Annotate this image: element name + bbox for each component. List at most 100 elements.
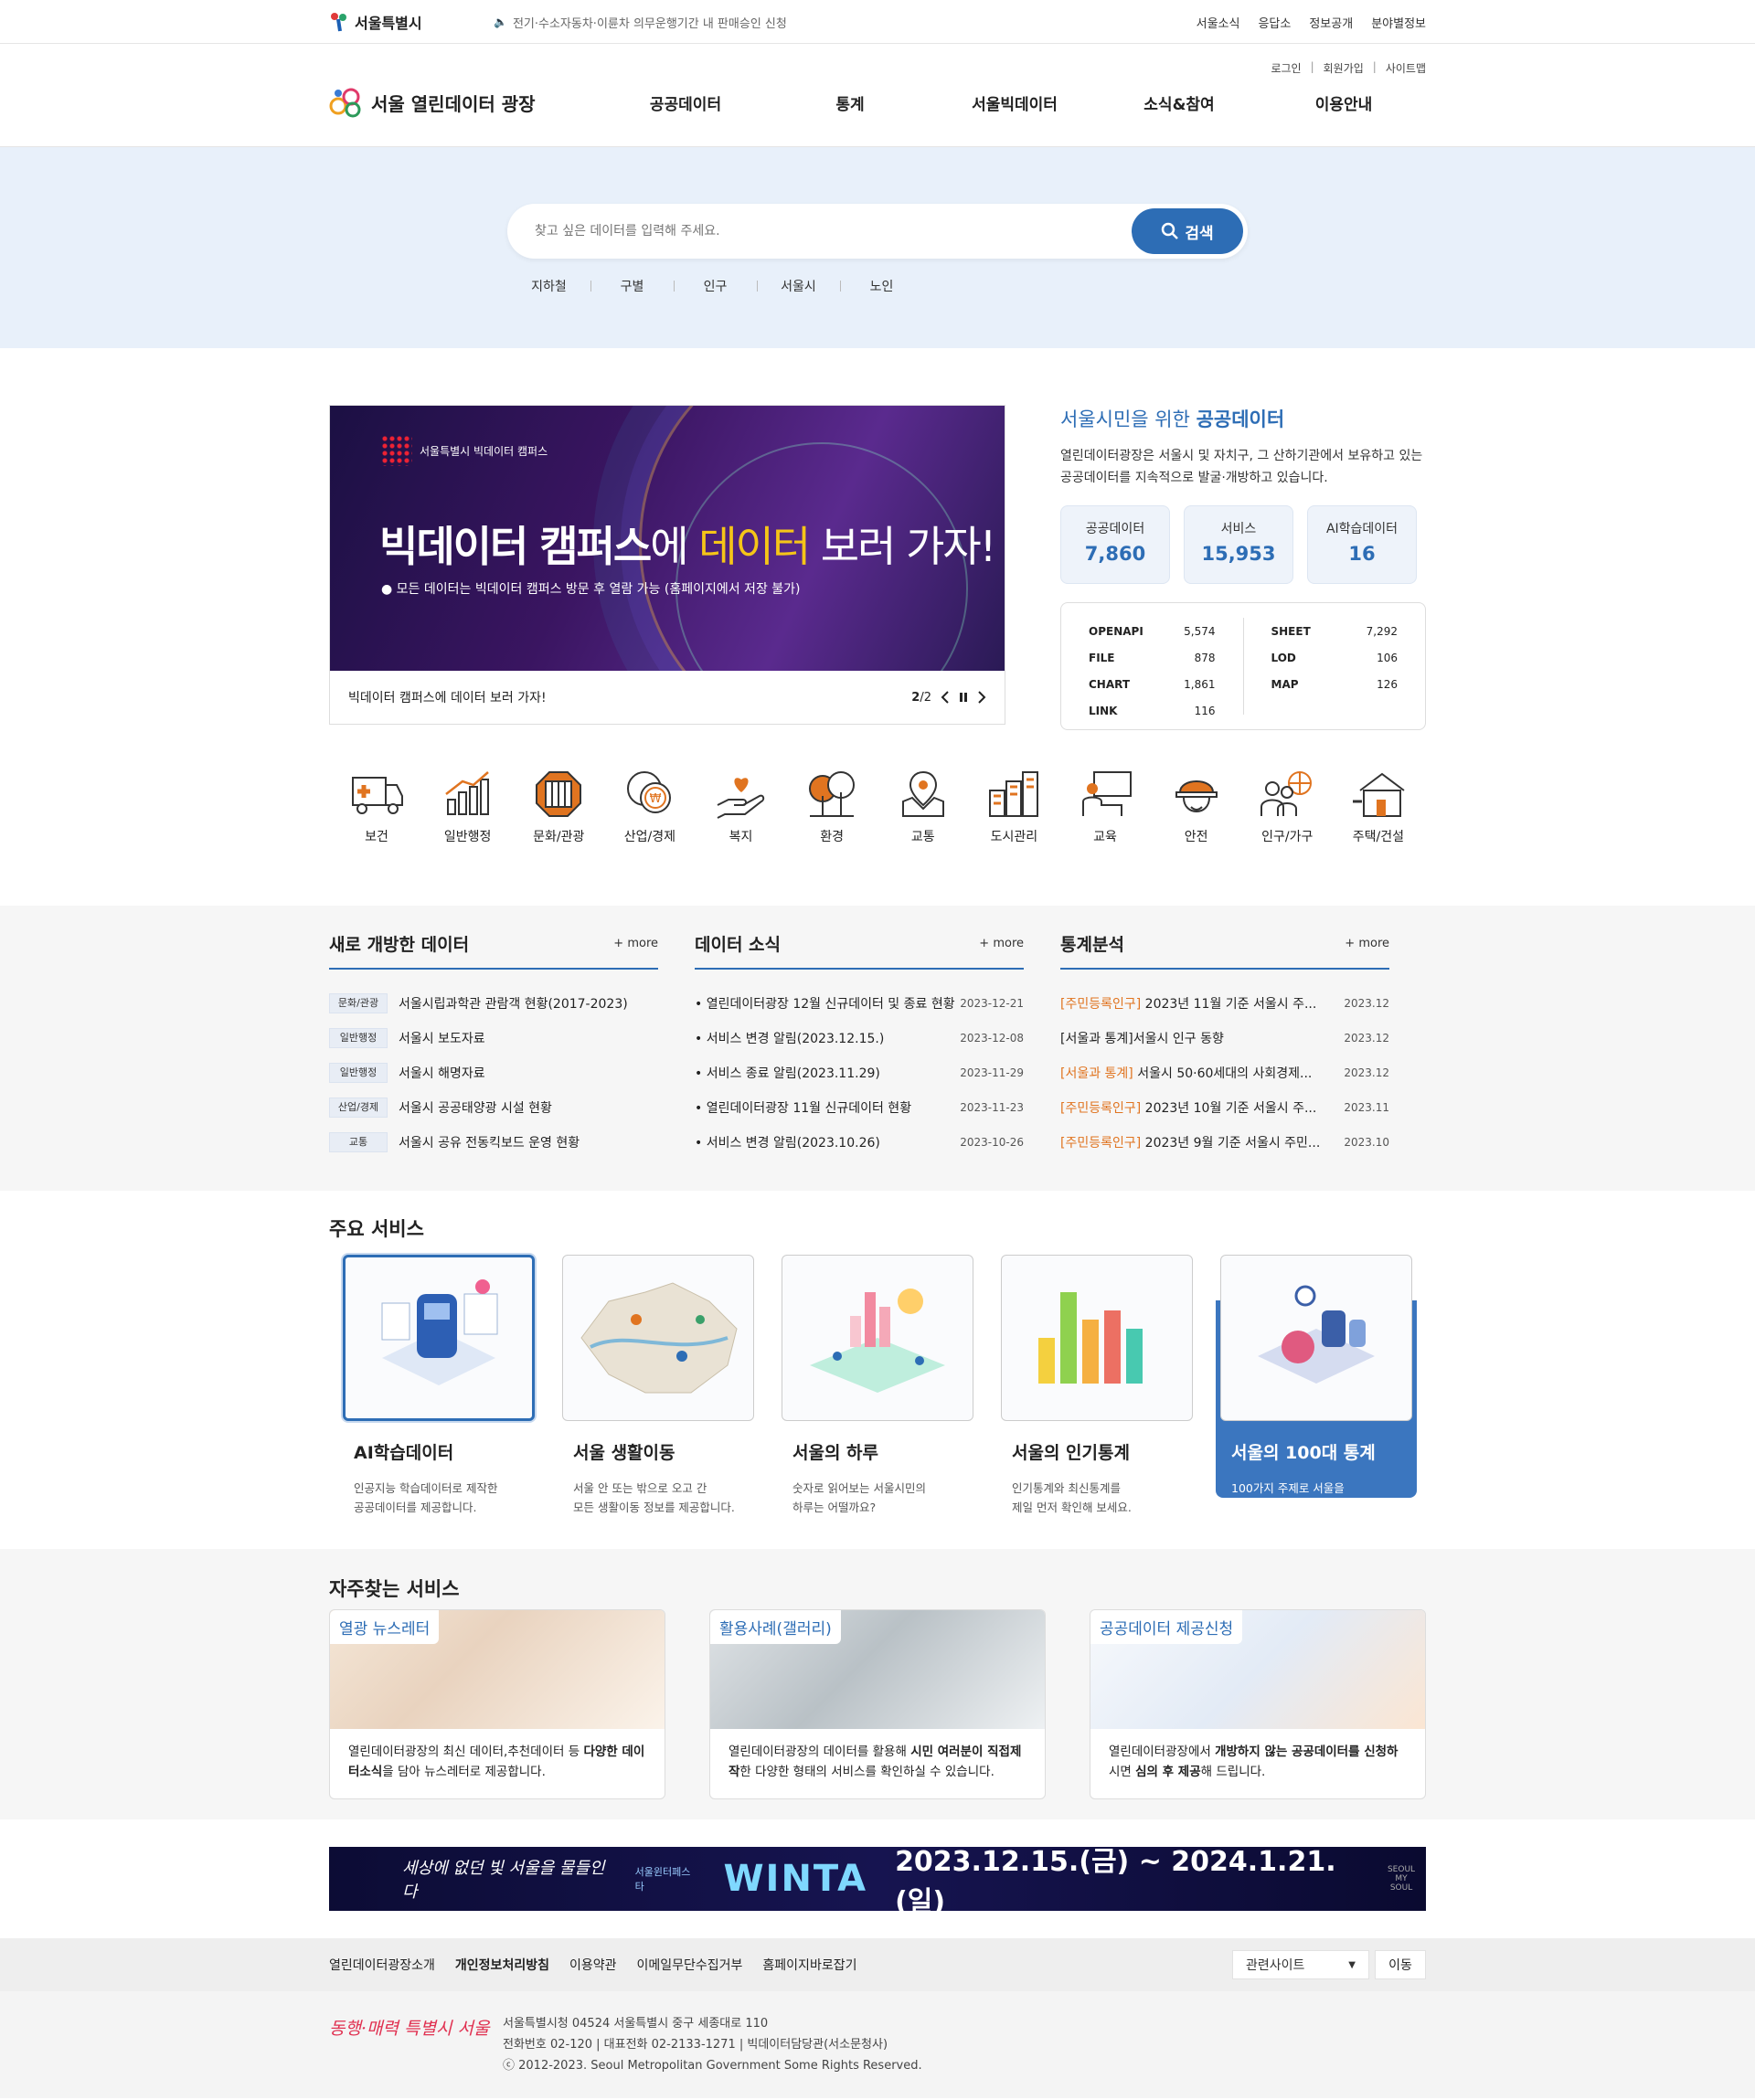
category-housing[interactable]: 주택/건설 bbox=[1335, 769, 1422, 845]
category-health[interactable]: 보건 bbox=[333, 769, 420, 845]
keyword-link[interactable]: 인구 bbox=[674, 277, 757, 295]
list-item[interactable]: • 열린데이터광장 11월 신규데이터 현황 2023-11-23 bbox=[695, 1090, 1024, 1125]
list-item[interactable]: • 서비스 종료 알림(2023.11.29) 2023-11-29 bbox=[695, 1055, 1024, 1090]
footer-link-about[interactable]: 열린데이터광장소개 bbox=[329, 1956, 435, 1974]
newsletter-photo: 열광 뉴스레터 bbox=[330, 1610, 665, 1729]
intro-panel: 서울시민을 위한 공공데이터 열린데이터광장은 서울시 및 자치구, 그 산하기… bbox=[1060, 405, 1426, 730]
service-card-top100[interactable]: 서울의 100대 통계 100가지 주제로 서울을 알려드립니다. bbox=[1220, 1255, 1412, 1517]
type-row[interactable]: SHEET 7,292 bbox=[1271, 618, 1399, 644]
more-link[interactable]: + more bbox=[979, 937, 1024, 950]
notice-text: 전기·수소자동차·이륜차 의무운행기간 내 판매승인 신청 bbox=[512, 16, 787, 31]
stat-ai-data[interactable]: AI학습데이터 16 bbox=[1307, 505, 1417, 584]
category-tag: 교통 bbox=[329, 1132, 388, 1152]
go-button[interactable]: 이동 bbox=[1375, 1950, 1426, 1979]
category-tag: 문화/관광 bbox=[329, 993, 388, 1013]
category-admin[interactable]: 일반행정 bbox=[424, 769, 512, 845]
keyword-link[interactable]: 노인 bbox=[840, 277, 923, 295]
list-item[interactable]: 일반행정 서울시 해명자료 bbox=[329, 1055, 658, 1090]
service-card-popular-stats[interactable]: 서울의 인기통계 인기통계와 최신통계를 제일 먼저 확인해 보세요. bbox=[1001, 1255, 1193, 1517]
list-item[interactable]: 일반행정 서울시 보도자료 bbox=[329, 1021, 658, 1055]
nav-statistics[interactable]: 통계 bbox=[768, 91, 932, 114]
chevron-right-icon[interactable] bbox=[977, 691, 986, 704]
service-card-day[interactable]: 서울의 하루 숫자로 읽어보는 서울시민의 하루는 어떨까요? bbox=[782, 1255, 973, 1517]
keyword-link[interactable]: 서울시 bbox=[757, 277, 840, 295]
list-item[interactable]: [주민등록인구] 2023년 10월 기준 서울시 주... 2023.11 bbox=[1060, 1090, 1389, 1125]
stat-public-data[interactable]: 공공데이터 7,860 bbox=[1060, 505, 1170, 584]
category-economy[interactable]: ₩ 산업/경제 bbox=[606, 769, 694, 845]
nav-seoul-bigdata[interactable]: 서울빅데이터 bbox=[932, 91, 1097, 114]
top-link-eungdapso[interactable]: 응답소 bbox=[1258, 14, 1291, 31]
frequent-card-gallery[interactable]: 활용사례(갤러리) 열린데이터광장의 데이터를 활용해 시민 여러분이 직접제작… bbox=[709, 1609, 1046, 1799]
category-safety[interactable]: 안전 bbox=[1153, 769, 1240, 845]
category-traffic[interactable]: 교통 bbox=[879, 769, 967, 845]
login-link[interactable]: 로그인 bbox=[1271, 60, 1301, 76]
list-item[interactable]: [서울과 통계]서울시 인구 동향 2023.12 bbox=[1060, 1021, 1389, 1055]
main-banner[interactable]: 서울특별시 빅데이터 캠퍼스 빅데이터 캠퍼스에 데이터 보러 가자! ● 모든… bbox=[329, 405, 1005, 725]
list-item[interactable]: • 열린데이터광장 12월 신규데이터 및 종료 현황 2023-12-21 bbox=[695, 986, 1024, 1021]
footer-link-privacy[interactable]: 개인정보처리방침 bbox=[455, 1956, 549, 1974]
top-link-news[interactable]: 서울소식 bbox=[1197, 14, 1240, 31]
list-item[interactable]: 교통 서울시 공유 전동킥보드 운영 현황 bbox=[329, 1125, 658, 1160]
list-item[interactable]: [주민등록인구] 2023년 11월 기준 서울시 주... 2023.12 bbox=[1060, 986, 1389, 1021]
footer-link-terms[interactable]: 이용약관 bbox=[569, 1956, 617, 1974]
type-row[interactable]: CHART 1,861 bbox=[1089, 671, 1216, 697]
category-culture[interactable]: 문화/관광 bbox=[515, 769, 602, 845]
search-button-label: 검색 bbox=[1185, 224, 1214, 242]
keyword-link[interactable]: 구별 bbox=[590, 277, 674, 295]
list-item[interactable]: • 서비스 변경 알림(2023.10.26) 2023-10-26 bbox=[695, 1125, 1024, 1160]
category-environment[interactable]: 환경 bbox=[788, 769, 876, 845]
footer-link-fix[interactable]: 홈페이지바로잡기 bbox=[762, 1956, 856, 1974]
festival-section: 세상에 없던 빛 서울을 물들인다 서울윈터페스타 WINTA 2023.12.… bbox=[329, 1819, 1426, 1938]
nav-public-data[interactable]: 공공데이터 bbox=[603, 91, 768, 114]
category-label: 문화/관광 bbox=[533, 830, 585, 844]
festival-banner[interactable]: 세상에 없던 빛 서울을 물들인다 서울윈터페스타 WINTA 2023.12.… bbox=[329, 1846, 1426, 1918]
banner-image: 서울특별시 빅데이터 캠퍼스 빅데이터 캠퍼스에 데이터 보러 가자! ● 모든… bbox=[330, 406, 1005, 671]
service-card-mobility[interactable]: 서울 생활이동 서울 안 또는 밖으로 오고 간 모든 생활이동 정보를 제공합니… bbox=[562, 1255, 754, 1517]
banner-caption-bar: 빅데이터 캠퍼스에 데이터 보러 가자! 2/2 bbox=[330, 671, 1005, 724]
search-button[interactable]: 검색 bbox=[1132, 208, 1243, 254]
site-logo[interactable]: 서울 열린데이터 광장 bbox=[329, 86, 536, 119]
category-city[interactable]: 도시관리 bbox=[970, 769, 1058, 845]
list-item[interactable]: [서울과 통계] 서울시 50·60세대의 사회경제... 2023.12 bbox=[1060, 1055, 1389, 1090]
type-row[interactable]: MAP 126 bbox=[1271, 671, 1399, 697]
list-item[interactable]: • 서비스 변경 알림(2023.12.15.) 2023-12-08 bbox=[695, 1021, 1024, 1055]
more-link[interactable]: + more bbox=[613, 937, 658, 950]
search-input[interactable] bbox=[535, 224, 1132, 239]
top-bar: 서울특별시 🔈 전기·수소자동차·이륜차 의무운행기간 내 판매승인 신청 서울… bbox=[0, 0, 1755, 44]
related-sites-select[interactable]: 관련사이트 ▼ bbox=[1232, 1950, 1369, 1979]
nav-guide[interactable]: 이용안내 bbox=[1261, 91, 1426, 114]
type-row[interactable]: LOD 106 bbox=[1271, 644, 1399, 671]
footer-link-email[interactable]: 이메일무단수집거부 bbox=[637, 1956, 743, 1974]
nav-news-participation[interactable]: 소식&참여 bbox=[1097, 91, 1261, 114]
service-card-ai[interactable]: AI학습데이터 인공지능 학습데이터로 제작한 공공데이터를 제공합니다. bbox=[343, 1255, 535, 1517]
list-item[interactable]: 문화/관광 서울시립과학관 관람객 현황(2017-2023) bbox=[329, 986, 658, 1021]
service-desc: 숫자로 읽어보는 서울시민의 하루는 어떨까요? bbox=[792, 1481, 926, 1514]
type-row[interactable]: LINK 116 bbox=[1089, 697, 1216, 724]
type-row[interactable]: FILE 878 bbox=[1089, 644, 1216, 671]
house-icon bbox=[1352, 772, 1405, 817]
type-row[interactable]: OPENAPI 5,574 bbox=[1089, 618, 1216, 644]
category-welfare[interactable]: 복지 bbox=[697, 769, 785, 845]
more-link[interactable]: + more bbox=[1345, 937, 1389, 950]
category-education[interactable]: 교육 bbox=[1061, 769, 1149, 845]
seoul-logo[interactable]: 서울특별시 bbox=[329, 11, 494, 33]
top-link-field[interactable]: 분야별정보 bbox=[1371, 14, 1426, 31]
service-name: 서울의 하루 bbox=[792, 1443, 879, 1463]
service-name: AI학습데이터 bbox=[354, 1443, 454, 1463]
pause-icon[interactable] bbox=[959, 691, 968, 704]
frequent-card-newsletter[interactable]: 열광 뉴스레터 열린데이터광장의 최신 데이터,추천데이터 등 다양한 데이터소… bbox=[329, 1609, 665, 1799]
sitemap-link[interactable]: 사이트맵 bbox=[1386, 60, 1426, 76]
top-link-info[interactable]: 정보공개 bbox=[1309, 14, 1353, 31]
category-population[interactable]: 인구/가구 bbox=[1243, 769, 1331, 845]
category-icons: 보건 일반행정 문화/관광 ₩ 산업/경제 복지 환경 교통 도시관리 교육 안전… bbox=[329, 769, 1426, 845]
frequent-card-request[interactable]: 공공데이터 제공신청 열린데이터광장에서 개방하지 않는 공공데이터를 신청하시… bbox=[1090, 1609, 1426, 1799]
stat-services[interactable]: 서비스 15,953 bbox=[1184, 505, 1293, 584]
signup-link[interactable]: 회원가입 bbox=[1324, 60, 1364, 76]
banner-subtitle: ● 모든 데이터는 빅데이터 캠퍼스 방문 후 열람 가능 (홈페이지에서 저장… bbox=[381, 582, 801, 597]
chevron-left-icon[interactable] bbox=[941, 691, 950, 704]
category-tag: 산업/경제 bbox=[329, 1098, 388, 1118]
list-item[interactable]: [주민등록인구] 2023년 9월 기준 서울시 주민... 2023.10 bbox=[1060, 1125, 1389, 1160]
keyword-link[interactable]: 지하철 bbox=[507, 277, 590, 295]
list-item[interactable]: 산업/경제 서울시 공공태양광 시설 현황 bbox=[329, 1090, 658, 1125]
notice[interactable]: 🔈 전기·수소자동차·이륜차 의무운행기간 내 판매승인 신청 bbox=[494, 14, 1197, 31]
